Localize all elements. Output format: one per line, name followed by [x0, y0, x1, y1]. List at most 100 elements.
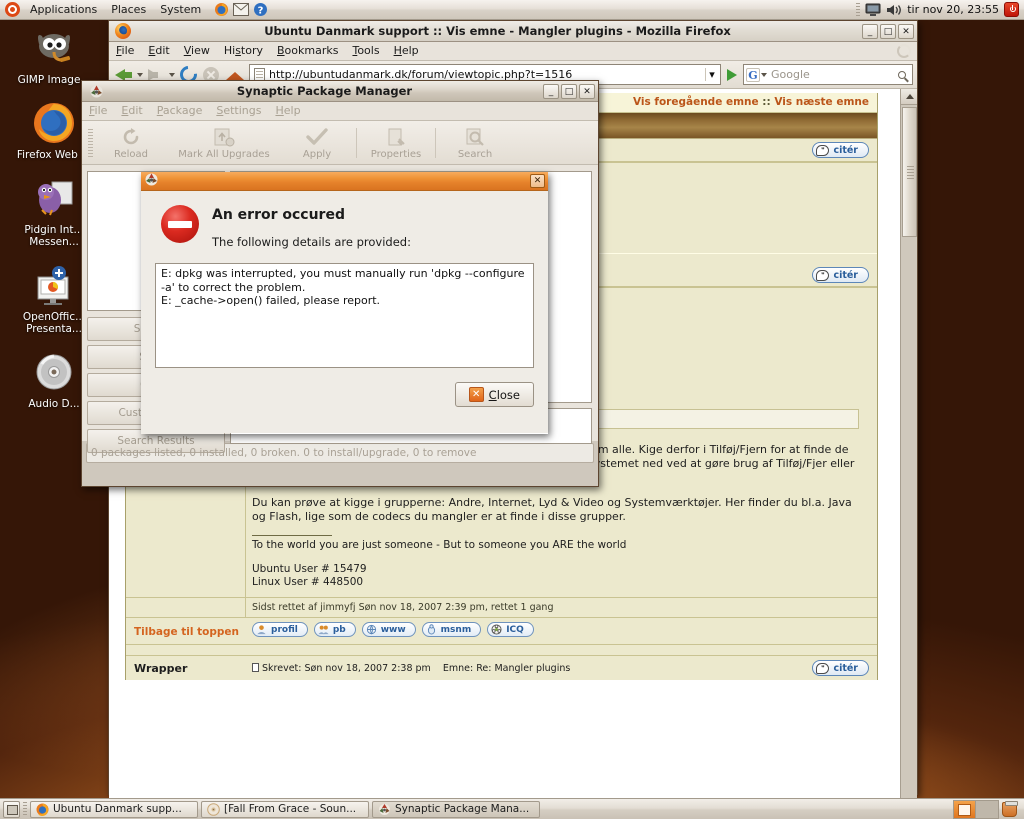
- mark-upgrades-icon: [165, 126, 283, 148]
- synaptic-minimize-button[interactable]: _: [543, 83, 559, 99]
- menu-tools[interactable]: Tools: [345, 42, 386, 60]
- toolbar-separator: [356, 127, 357, 158]
- clock[interactable]: tir nov 20, 23:55: [907, 3, 999, 16]
- apply-button-label: Apply: [302, 148, 332, 160]
- synaptic-menu-edit[interactable]: Edit: [114, 102, 149, 120]
- volume-icon[interactable]: [886, 3, 902, 17]
- pm-button[interactable]: pb: [313, 622, 356, 637]
- shutdown-icon[interactable]: [1004, 2, 1019, 17]
- home-button[interactable]: [223, 69, 247, 89]
- menu-edit[interactable]: Edit: [141, 42, 176, 60]
- search-bar[interactable]: G Google: [743, 64, 913, 85]
- back-to-top-link[interactable]: Tilbage til toppen: [134, 626, 239, 638]
- quote-button[interactable]: ❞ citér: [812, 267, 869, 283]
- go-button[interactable]: [723, 65, 741, 85]
- search-button[interactable]: Search: [441, 126, 509, 160]
- synaptic-menubar[interactable]: File Edit Package Settings Help: [82, 102, 598, 121]
- menu-system[interactable]: System: [153, 0, 208, 19]
- reload-button-label: Reload: [113, 148, 149, 160]
- workspace-2[interactable]: [976, 800, 998, 818]
- synaptic-menu-settings[interactable]: Settings: [209, 102, 268, 120]
- close-button-label: Close: [489, 388, 520, 402]
- synaptic-icon: [144, 172, 159, 191]
- error-details-textarea[interactable]: E: dpkg was interrupted, you must manual…: [155, 263, 534, 368]
- menu-view[interactable]: View: [177, 42, 217, 60]
- close-rest: lose: [496, 387, 520, 402]
- www-button[interactable]: www: [361, 622, 416, 637]
- gnome-top-panel[interactable]: Applications Places System ? tir nov 20,…: [0, 0, 1024, 20]
- firefox-icon[interactable]: [214, 2, 229, 17]
- error-heading: An error occured: [212, 207, 345, 223]
- desktop-icon-gimp[interactable]: GIMP Image...: [0, 24, 108, 86]
- error-dialog[interactable]: ✕ An error occured The following details…: [141, 172, 548, 434]
- synaptic-menu-help[interactable]: Help: [268, 102, 307, 120]
- menu-applications[interactable]: Applications: [23, 0, 104, 19]
- display-icon[interactable]: [865, 3, 881, 17]
- firefox-maximize-button[interactable]: □: [880, 23, 896, 39]
- icq-button[interactable]: ICQ: [487, 622, 534, 637]
- taskbar-item-label: Synaptic Package Mana...: [395, 803, 530, 815]
- menu-places[interactable]: Places: [104, 0, 153, 19]
- workspace-1[interactable]: [954, 800, 976, 818]
- toolbar-grip[interactable]: [88, 128, 93, 157]
- firefox-minimize-button[interactable]: _: [862, 23, 878, 39]
- scrollbar-thumb[interactable]: [902, 107, 917, 237]
- show-desktop-button[interactable]: [3, 800, 20, 818]
- menu-bookmarks[interactable]: Bookmarks: [270, 42, 345, 60]
- error-dialog-titlebar[interactable]: ✕: [141, 172, 548, 191]
- synaptic-titlebar[interactable]: Synaptic Package Manager _ □ ✕: [82, 81, 598, 102]
- scroll-up-button[interactable]: [901, 89, 917, 105]
- reload-button[interactable]: Reload: [97, 126, 165, 160]
- google-icon[interactable]: G: [746, 67, 760, 82]
- menu-history[interactable]: History: [217, 42, 270, 60]
- www-label: www: [380, 624, 406, 635]
- gnome-bottom-panel[interactable]: Ubuntu Danmark supp... [Fall From Grace …: [0, 798, 1024, 819]
- back-to-top-cell: Tilbage til toppen: [126, 618, 246, 644]
- trash-icon[interactable]: [1002, 800, 1018, 817]
- reload-icon: [97, 126, 165, 148]
- taskbar-item-label: Ubuntu Danmark supp...: [53, 803, 182, 815]
- firefox-titlebar[interactable]: Ubuntu Danmark support :: Vis emne - Man…: [109, 21, 917, 42]
- firefox-menubar[interactable]: File Edit View History Bookmarks Tools H…: [109, 42, 917, 61]
- post3-subject: Emne: Re: Mangler plugins: [442, 662, 571, 674]
- quote-button[interactable]: ❞ citér: [812, 142, 869, 158]
- prev-topic-link[interactable]: Vis foregående emne: [633, 96, 759, 108]
- help-icon[interactable]: ?: [253, 2, 268, 17]
- back-dropdown-icon[interactable]: [137, 72, 143, 77]
- synaptic-close-button[interactable]: ✕: [579, 83, 595, 99]
- taskbar-item-firefox[interactable]: Ubuntu Danmark supp...: [30, 800, 198, 818]
- synaptic-toolbar[interactable]: Reload Mark All Upgrades Apply Propertie: [82, 121, 598, 165]
- taskbar-grip[interactable]: [23, 802, 27, 816]
- profile-button[interactable]: profil: [252, 622, 308, 637]
- synaptic-maximize-button[interactable]: □: [561, 83, 577, 99]
- page-scrollbar[interactable]: [900, 89, 917, 819]
- forward-dropdown-icon[interactable]: [169, 72, 175, 77]
- search-icon[interactable]: [898, 70, 906, 79]
- msnm-button[interactable]: msnm: [421, 622, 482, 637]
- apply-button[interactable]: Apply: [283, 126, 351, 160]
- gimp-icon: [30, 24, 78, 72]
- workspace-switcher[interactable]: [953, 799, 999, 819]
- next-topic-link[interactable]: Vis næste emne: [774, 96, 869, 108]
- evolution-mail-icon[interactable]: [233, 3, 250, 16]
- synaptic-menu-file[interactable]: File: [82, 102, 114, 120]
- throbber-icon: [897, 44, 911, 58]
- error-icon: [161, 205, 199, 243]
- search-button-label: Search: [457, 148, 493, 160]
- properties-button[interactable]: Properties: [362, 126, 430, 160]
- menu-help[interactable]: Help: [387, 42, 426, 60]
- panel-grip[interactable]: [856, 3, 861, 16]
- taskbar-item-rhythmbox[interactable]: [Fall From Grace - Soun...: [201, 800, 369, 818]
- search-input[interactable]: Google: [767, 68, 894, 81]
- url-dropdown-icon[interactable]: ▾: [705, 68, 718, 81]
- firefox-close-button[interactable]: ✕: [898, 23, 914, 39]
- taskbar-item-synaptic[interactable]: Synaptic Package Mana...: [372, 800, 540, 818]
- checkmark-icon: [283, 126, 351, 148]
- mark-all-upgrades-button[interactable]: Mark All Upgrades: [165, 126, 283, 160]
- close-button[interactable]: ✕ Close: [454, 382, 534, 407]
- synaptic-menu-package[interactable]: Package: [150, 102, 210, 120]
- menu-file[interactable]: File: [109, 42, 141, 60]
- error-dialog-close-button[interactable]: ✕: [530, 174, 545, 188]
- quote-button[interactable]: ❞ citér: [812, 660, 869, 676]
- ubuntu-logo-icon[interactable]: [5, 2, 20, 17]
